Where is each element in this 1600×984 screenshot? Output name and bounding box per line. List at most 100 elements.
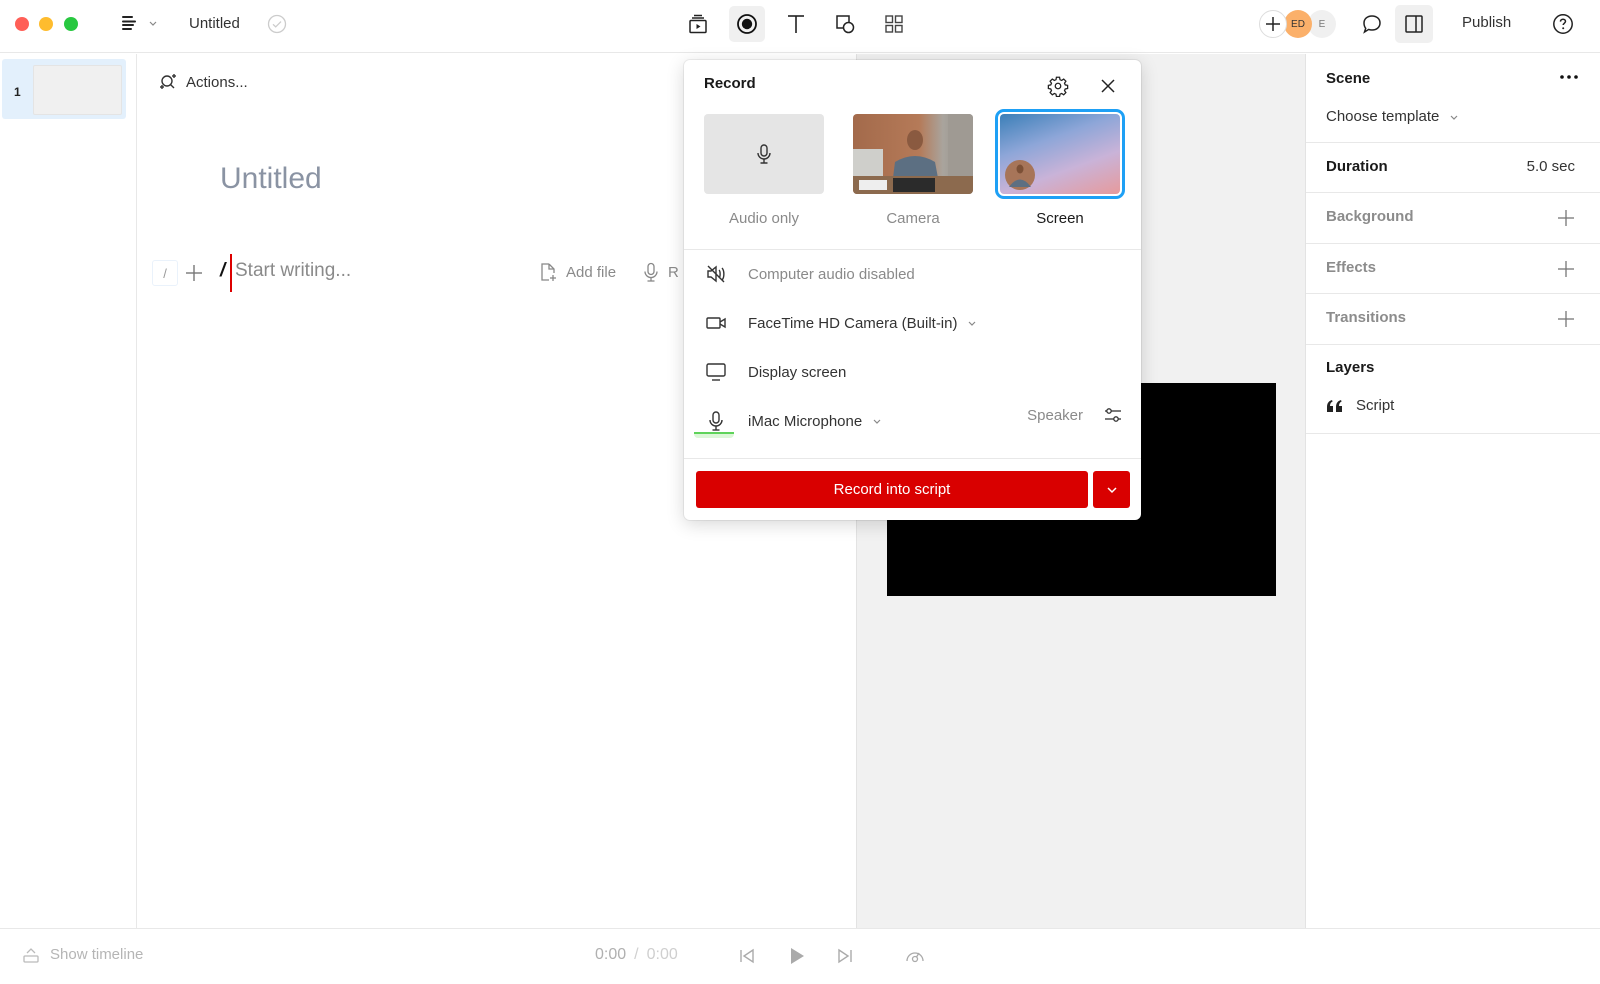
audio-only-tile[interactable] xyxy=(704,114,824,194)
scene-more-button[interactable] xyxy=(1559,70,1579,84)
duration-value[interactable]: 5.0 sec xyxy=(1527,158,1575,175)
skip-forward-button[interactable] xyxy=(836,947,854,965)
record-audio-button[interactable]: R xyxy=(642,262,679,282)
add-file-icon xyxy=(541,263,556,281)
plus-icon xyxy=(186,265,202,281)
camera-bubble-image xyxy=(1005,160,1035,190)
avatar[interactable]: E xyxy=(1308,10,1336,38)
record-settings-button[interactable] xyxy=(1044,72,1072,100)
duration-label: Duration xyxy=(1326,158,1388,175)
script-input[interactable]: Start writing... xyxy=(235,260,351,282)
camera-preview-image[interactable] xyxy=(853,114,973,194)
window-minimize-button[interactable] xyxy=(39,17,53,31)
slash-command-hint[interactable]: / xyxy=(152,260,178,286)
display-label: Display screen xyxy=(748,363,847,381)
sliders-icon xyxy=(1105,408,1121,422)
effects-section[interactable]: Effects xyxy=(1306,244,1600,294)
grid-tool-button[interactable] xyxy=(876,6,912,42)
layer-item[interactable]: Script xyxy=(1326,397,1394,414)
record-tool-button[interactable] xyxy=(729,6,765,42)
add-transition-button[interactable] xyxy=(1557,310,1575,328)
scene-section: Scene Choose template xyxy=(1306,54,1600,143)
text-caret xyxy=(230,254,232,292)
typed-slash: / xyxy=(220,260,226,281)
scene-tool-button[interactable] xyxy=(680,6,716,42)
help-button[interactable] xyxy=(1552,13,1574,35)
plus-icon xyxy=(1558,210,1574,226)
speaker-muted-icon xyxy=(707,265,725,283)
plus-icon xyxy=(1266,17,1280,31)
grid-icon xyxy=(885,15,903,33)
chevron-down-icon xyxy=(873,419,881,424)
skip-forward-icon xyxy=(838,948,852,964)
divider xyxy=(684,458,1141,459)
background-label: Background xyxy=(1326,208,1414,225)
playback-speed-button[interactable] xyxy=(905,947,925,965)
document-title[interactable]: Untitled xyxy=(189,14,240,34)
chevron-down-icon xyxy=(1450,115,1458,120)
duration-section[interactable]: Duration 5.0 sec xyxy=(1306,143,1600,193)
shapes-icon xyxy=(836,15,855,34)
window-maximize-button[interactable] xyxy=(64,17,78,31)
mode-audio-only[interactable]: Audio only xyxy=(704,114,824,227)
mode-screen[interactable]: Screen xyxy=(995,109,1125,227)
comments-button[interactable] xyxy=(1354,6,1390,42)
choose-template-dropdown[interactable]: Choose template xyxy=(1326,108,1459,125)
play-icon xyxy=(791,948,804,964)
mode-label: Camera xyxy=(886,210,940,227)
screen-preview-image[interactable] xyxy=(995,109,1125,199)
skip-back-button[interactable] xyxy=(738,947,756,965)
scene-thumbnail[interactable]: 1 xyxy=(2,59,126,119)
window-close-button[interactable] xyxy=(15,17,29,31)
background-section[interactable]: Background xyxy=(1306,193,1600,244)
avatar[interactable]: ED xyxy=(1284,10,1312,38)
time-separator: / xyxy=(634,946,639,963)
add-effect-button[interactable] xyxy=(1557,260,1575,278)
add-file-label: Add file xyxy=(566,263,617,281)
effects-label: Effects xyxy=(1326,259,1377,276)
camera-person-image xyxy=(853,114,973,194)
plus-icon xyxy=(1558,261,1574,277)
script-title[interactable]: Untitled xyxy=(220,162,322,196)
show-timeline-button[interactable]: Show timeline xyxy=(22,946,143,963)
mode-camera[interactable]: Camera xyxy=(853,114,973,227)
record-popover: Record Audio only Camera Screen Computer… xyxy=(684,60,1141,520)
chevron-down-icon xyxy=(1106,486,1117,493)
layers-section: Layers Script xyxy=(1306,345,1600,434)
doc-menu-button[interactable] xyxy=(120,14,158,32)
display-select[interactable]: Display screen xyxy=(704,357,1124,387)
template-label: Choose template xyxy=(1326,108,1440,125)
toggle-panel-button[interactable] xyxy=(1395,5,1433,43)
speaker-settings[interactable]: Speaker xyxy=(1027,406,1123,424)
gear-icon xyxy=(1047,76,1069,97)
transitions-section[interactable]: Transitions xyxy=(1306,294,1600,345)
add-background-button[interactable] xyxy=(1557,209,1575,227)
shapes-tool-button[interactable] xyxy=(827,6,863,42)
close-record-button[interactable] xyxy=(1094,72,1122,100)
text-icon xyxy=(788,15,804,33)
more-horizontal-icon xyxy=(1560,75,1578,79)
bottom-bar: Show timeline 0:00 / 0:00 xyxy=(0,928,1600,984)
record-options-dropdown[interactable] xyxy=(1093,471,1130,508)
document-menu-icon xyxy=(122,16,136,30)
record-title: Record xyxy=(704,75,756,92)
sidebar-panel-icon xyxy=(1405,15,1423,33)
publish-button[interactable]: Publish xyxy=(1462,14,1511,31)
add-block-button[interactable] xyxy=(182,260,206,286)
current-time: 0:00 xyxy=(595,946,627,963)
camera-select[interactable]: FaceTime HD Camera (Built-in) xyxy=(704,308,1124,338)
record-into-script-button[interactable]: Record into script xyxy=(696,471,1088,508)
scene-heading: Scene xyxy=(1326,70,1371,87)
actions-sparkle-icon xyxy=(160,74,176,89)
monitor-icon xyxy=(706,363,726,381)
text-tool-button[interactable] xyxy=(778,6,814,42)
saved-check-icon xyxy=(267,14,287,34)
help-icon xyxy=(1553,14,1573,34)
close-icon xyxy=(1101,79,1115,93)
computer-audio-option[interactable]: Computer audio disabled xyxy=(704,259,1124,289)
play-button[interactable] xyxy=(787,946,807,966)
actions-button[interactable]: Actions... xyxy=(158,72,248,92)
add-file-button[interactable]: Add file xyxy=(538,262,616,282)
invite-button[interactable] xyxy=(1259,10,1287,38)
playback-time: 0:00 / 0:00 xyxy=(595,946,678,964)
